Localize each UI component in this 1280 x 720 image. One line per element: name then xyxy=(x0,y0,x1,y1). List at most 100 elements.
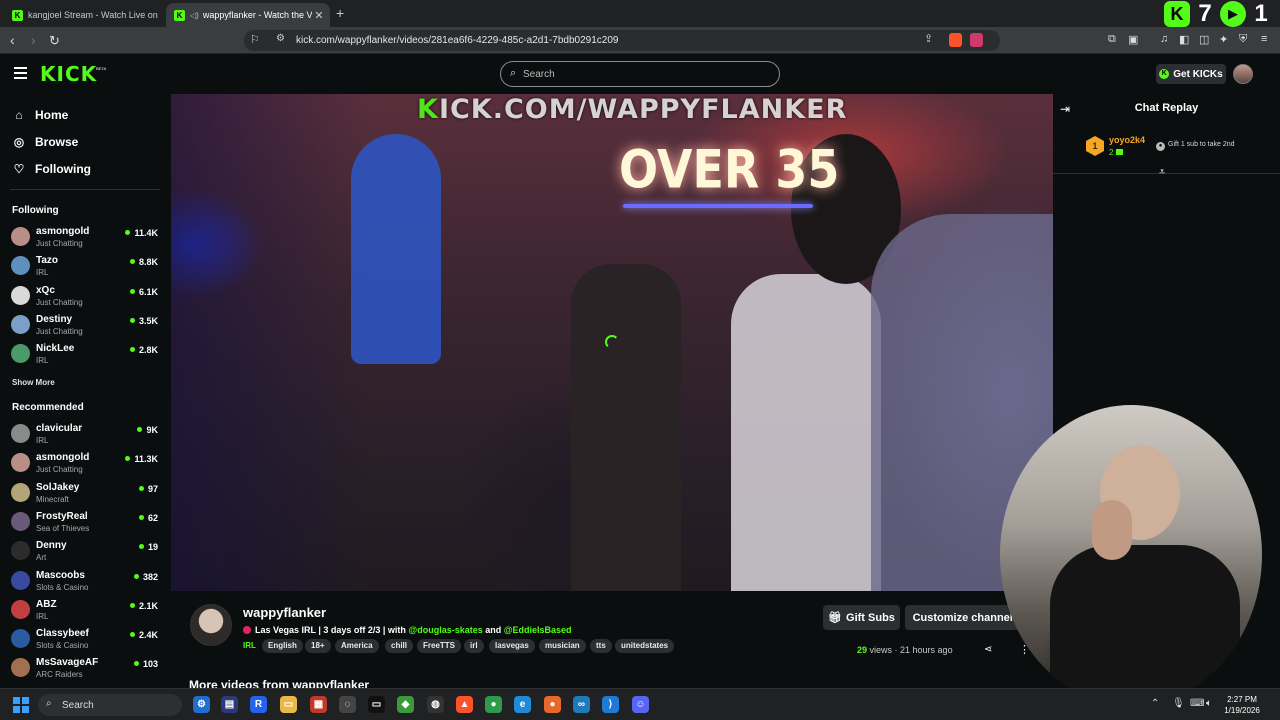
tag-chip[interactable]: musician xyxy=(539,639,586,653)
channel-avatar[interactable] xyxy=(190,604,232,646)
mention-link[interactable]: @EddieIsBased xyxy=(504,625,572,635)
volume-icon[interactable]: 🔈︎ xyxy=(1206,698,1212,709)
top-gifter-name[interactable]: yoyo2k4 xyxy=(1109,135,1145,145)
app-icon[interactable]: ⚙ xyxy=(193,696,210,713)
gift-prompt[interactable]: ● Gift 1 sub to take 2nd xyxy=(1156,141,1235,151)
sidebar-channel[interactable]: ABZ IRL 2.1K xyxy=(10,596,160,624)
sidebar-item-following[interactable]: ♡ Following xyxy=(12,159,91,179)
app-icon[interactable]: ◌ xyxy=(339,696,356,713)
show-more-button[interactable]: Show More xyxy=(12,378,55,387)
get-kicks-button[interactable]: K Get KICKs xyxy=(1156,64,1226,84)
sidebar-channel[interactable]: NickLee IRL 2.8K xyxy=(10,340,160,368)
viewer-count: 382 xyxy=(134,572,158,582)
app-icon[interactable]: ▦ xyxy=(310,696,327,713)
channel-avatar xyxy=(11,541,30,561)
sidebar-channel[interactable]: asmongold Just Chatting 11.4K xyxy=(10,223,160,251)
brave-rewards-icon[interactable] xyxy=(970,33,983,47)
sidebar-item-browse[interactable]: ◎ Browse xyxy=(12,132,79,152)
tag-chip[interactable]: chill xyxy=(385,639,414,653)
sidebar-channel[interactable]: MsSavageAF ARC Raiders 103 xyxy=(10,654,160,682)
forward-icon[interactable]: › xyxy=(31,32,36,48)
kick-logo[interactable]: KICK xyxy=(40,62,97,86)
wallet-icon[interactable]: ◫ xyxy=(1199,33,1209,46)
browser-tab-wappyflanker[interactable]: K ◁) wappyflanker - Watch the VO ✕ xyxy=(166,3,330,27)
folder-icon[interactable]: ▭ xyxy=(280,696,297,713)
url-text: kick.com/wappyflanker/videos/281ea6f6-42… xyxy=(296,35,619,46)
channel-name: Classybeef xyxy=(36,628,89,640)
app-icon[interactable]: ◍ xyxy=(427,696,444,713)
app-icon[interactable]: ◆ xyxy=(397,696,414,713)
gift-subs-label: Gift Subs xyxy=(846,611,895,624)
sidebar-channel[interactable]: SolJakey Minecraft 97 xyxy=(10,479,160,507)
mention-link[interactable]: @douglas-skates xyxy=(408,625,482,635)
channel-name[interactable]: wappyflanker xyxy=(243,605,326,620)
expand-leaderboard-icon[interactable]: ⩡ xyxy=(1159,166,1165,179)
bookmark-icon[interactable]: ⚐ xyxy=(250,33,260,46)
windows-start-icon[interactable] xyxy=(13,697,29,713)
tag-chip[interactable]: lasvegas xyxy=(489,639,535,653)
new-tab-button[interactable]: + xyxy=(336,5,344,21)
channel-name: asmongold xyxy=(36,226,90,237)
reload-icon[interactable]: ↻ xyxy=(49,33,60,49)
sidebar-channel[interactable]: Destiny Just Chatting 3.5K xyxy=(10,311,160,339)
app-icon[interactable]: ∞ xyxy=(573,696,590,713)
vscode-icon[interactable]: ⟩ xyxy=(602,696,619,713)
extensions-icon[interactable]: ⧉ xyxy=(1108,33,1116,46)
sidebar-channel[interactable]: Classybeef Slots & Casino 2.4K xyxy=(10,625,160,653)
overlay-count-2: 1 xyxy=(1254,0,1268,27)
taskbar-clock[interactable]: 2:27 PM 1/19/2026 xyxy=(1222,694,1262,716)
sidebar-item-home[interactable]: ⌂ Home xyxy=(12,105,68,125)
brave-shields-icon[interactable] xyxy=(949,33,962,47)
category-link[interactable]: IRL xyxy=(243,641,256,650)
tag-chip[interactable]: America xyxy=(335,639,379,653)
tab-search-icon[interactable]: ▣ xyxy=(1128,33,1138,46)
get-kicks-label: Get KICKs xyxy=(1173,68,1223,80)
tag-chip[interactable]: tts xyxy=(590,639,612,653)
sidebar-channel[interactable]: Mascoobs Slots & Casino 382 xyxy=(10,567,160,595)
back-icon[interactable]: ‹ xyxy=(10,32,15,48)
video-player[interactable]: KICK.COM/WAPPYFLANKER OVER 35 xyxy=(171,94,1053,591)
home-icon: ⌂ xyxy=(15,108,23,122)
chrome-icon[interactable]: ● xyxy=(485,696,502,713)
tag-chip[interactable]: 18+ xyxy=(305,639,331,653)
gift-subs-button[interactable]: 🎁︎ Gift Subs xyxy=(823,605,900,630)
share-icon[interactable]: ⇪ xyxy=(924,32,933,45)
app-icon[interactable]: ▭ xyxy=(368,696,385,713)
brave-icon[interactable]: ▲ xyxy=(456,696,473,713)
channel-category: IRL xyxy=(36,611,49,621)
sidebar-icon[interactable]: ◧ xyxy=(1179,33,1189,46)
kick-favicon-icon: K xyxy=(174,9,185,21)
taskbar-search[interactable]: ⌕ Search xyxy=(38,694,182,716)
chat-divider xyxy=(1053,173,1280,174)
app-icon[interactable]: R xyxy=(250,696,267,713)
share-icon[interactable]: ⋖ xyxy=(984,644,992,655)
leo-ai-icon[interactable]: ✦ xyxy=(1219,33,1228,46)
network-icon[interactable]: ⌨ xyxy=(1190,698,1204,709)
microphone-icon[interactable]: 🎙︎ xyxy=(1172,698,1185,709)
browser-tab-kangjoel[interactable]: K kangjoel Stream - Watch Live on xyxy=(4,3,162,27)
edge-icon[interactable]: e xyxy=(514,696,531,713)
sidebar-channel[interactable]: FrostyReal Sea of Thieves 62 xyxy=(10,508,160,536)
discord-icon[interactable]: ☺ xyxy=(632,696,649,713)
media-icon[interactable]: ♫ xyxy=(1160,33,1168,45)
tag-chip[interactable]: unitedstates xyxy=(615,639,675,653)
sidebar-channel[interactable]: xQc Just Chatting 6.1K xyxy=(10,282,160,310)
user-avatar[interactable] xyxy=(1233,64,1253,84)
tag-chip[interactable]: FreeTTS xyxy=(417,639,462,653)
tag-chip[interactable]: English xyxy=(262,639,303,653)
menu-icon[interactable]: ≡ xyxy=(1261,33,1267,45)
site-settings-icon[interactable]: ⚙ xyxy=(276,33,285,44)
sidebar-channel[interactable]: clavicular IRL 9K xyxy=(10,420,160,448)
sidebar-channel[interactable]: Tazo IRL 8.8K xyxy=(10,252,160,280)
app-icon[interactable]: ▤ xyxy=(221,696,238,713)
tray-chevron-icon[interactable]: ⌃ xyxy=(1151,698,1159,709)
tag-chip[interactable]: irl xyxy=(464,639,484,653)
sidebar-channel[interactable]: asmongold Just Chatting 11.3K xyxy=(10,449,160,477)
firefox-icon[interactable]: ● xyxy=(544,696,561,713)
vpn-icon[interactable]: ⛨ xyxy=(1239,33,1247,46)
close-tab-icon[interactable]: ✕ xyxy=(312,9,326,22)
address-bar[interactable]: ⚐ ⚙ kick.com/wappyflanker/videos/281ea6f… xyxy=(244,30,1000,51)
sidebar-channel[interactable]: Denny Art 19 xyxy=(10,537,160,565)
search-input[interactable]: ⌕ Search xyxy=(500,61,780,87)
hamburger-menu-icon[interactable] xyxy=(14,67,27,82)
